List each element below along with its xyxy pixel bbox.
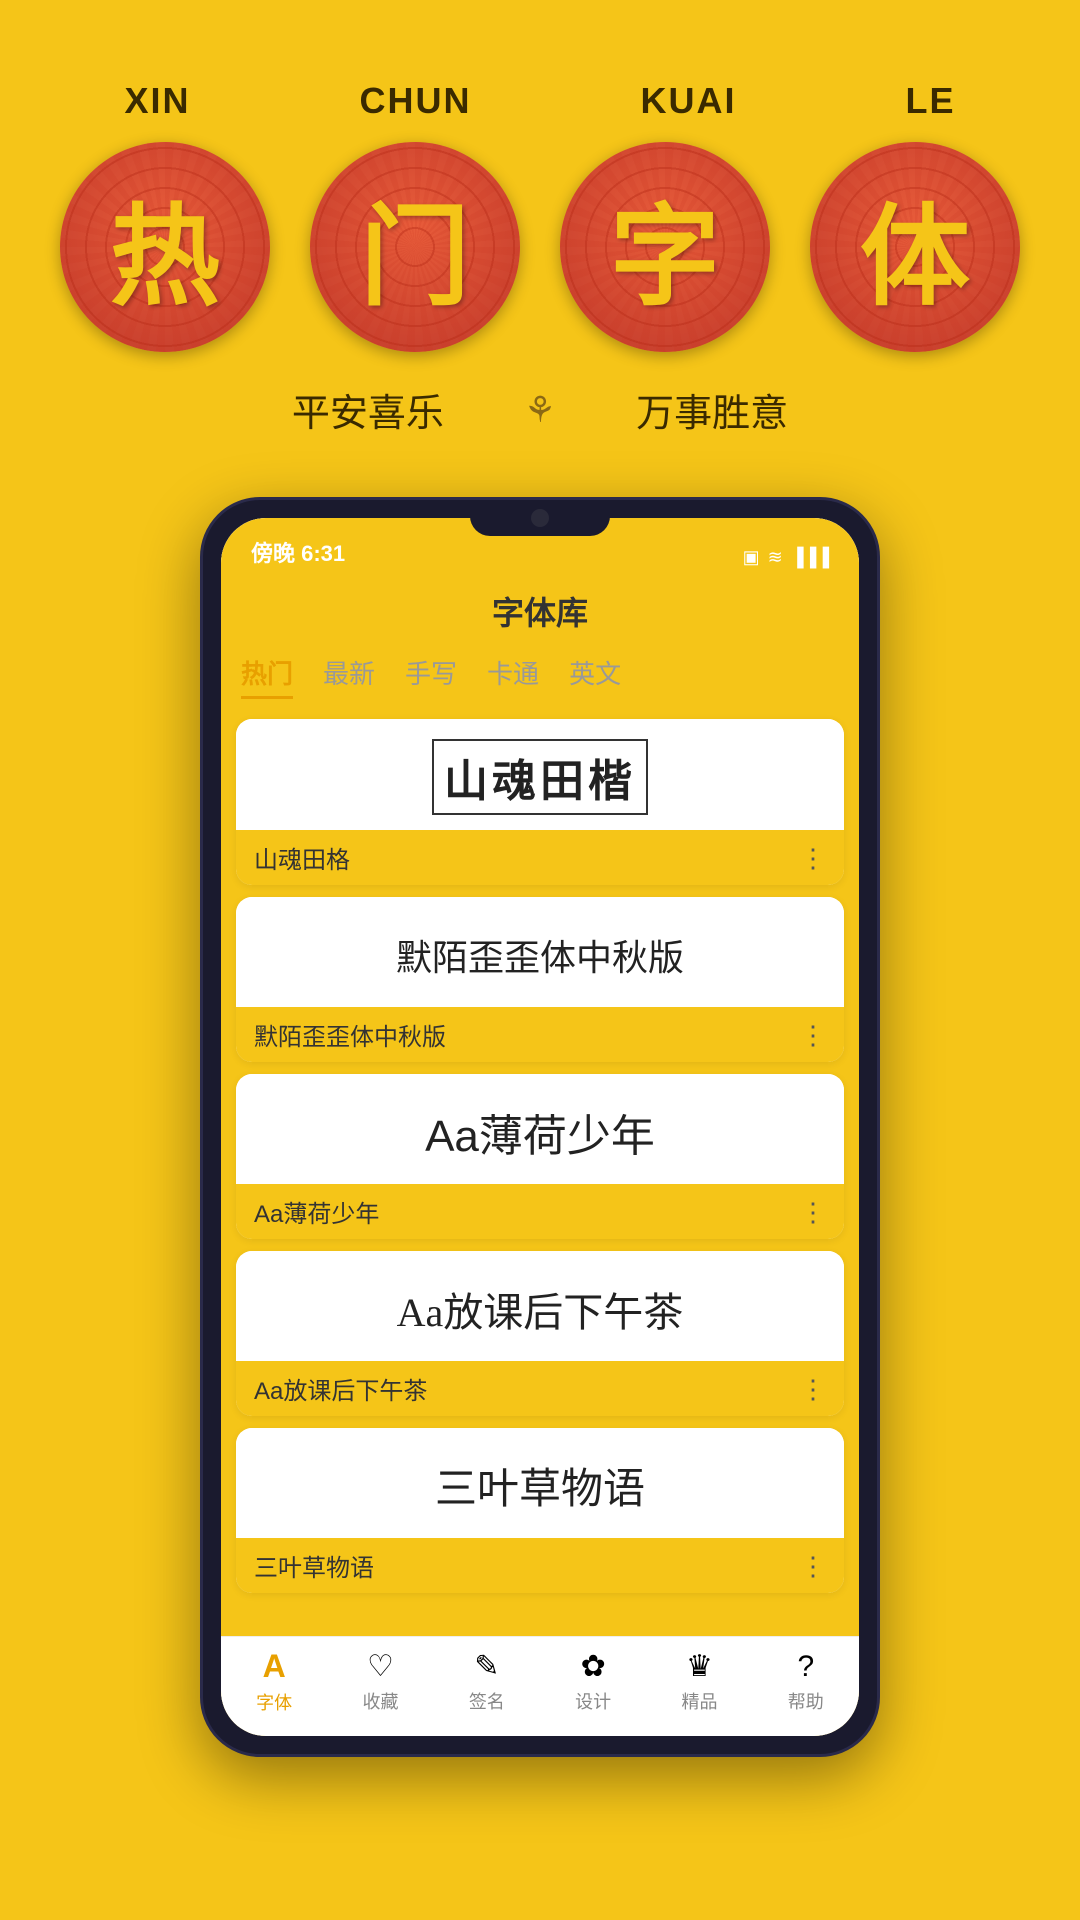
font-preview-5: 三叶草物语 bbox=[236, 1428, 844, 1538]
nav-premium[interactable]: ♛ 精品 bbox=[681, 1649, 717, 1714]
font-name-row-4: Aa放课后下午茶 ⋮ bbox=[236, 1361, 844, 1416]
wifi-icon: ≋ bbox=[768, 547, 783, 568]
lotus-icon: ⚘ bbox=[524, 389, 556, 431]
font-preview-text-5: 三叶草物语 bbox=[435, 1455, 645, 1516]
phone-mockup: 傍晚 6:31 ▣ ≋ ▐▐▐ 字体库 热门 最新 手写 卡通 bbox=[200, 497, 880, 1757]
nav-fonts[interactable]: A 字体 bbox=[256, 1648, 292, 1715]
font-card-2[interactable]: 默陌歪歪体中秋版 默陌歪歪体中秋版 ⋮ bbox=[236, 897, 844, 1062]
help-icon: ? bbox=[797, 1650, 814, 1684]
char-re: 热 bbox=[110, 167, 220, 327]
font-name-row-5: 三叶草物语 ⋮ bbox=[236, 1538, 844, 1593]
char-circle-re: 热 bbox=[60, 142, 270, 352]
phone-camera bbox=[531, 509, 549, 527]
favorites-icon: ♡ bbox=[367, 1649, 394, 1684]
nav-premium-label: 精品 bbox=[681, 1688, 717, 1714]
subtitle-right: 万事胜意 bbox=[636, 382, 788, 437]
pinyin-xin: XIN bbox=[124, 80, 190, 122]
nav-fonts-label: 字体 bbox=[256, 1689, 292, 1715]
subtitle-left: 平安喜乐 bbox=[292, 382, 444, 437]
font-name-4: Aa放课后下午茶 bbox=[254, 1371, 427, 1406]
font-preview-text-4: Aa放课后下午茶 bbox=[397, 1280, 684, 1338]
nav-signature-label: 签名 bbox=[469, 1688, 505, 1714]
tab-cartoon[interactable]: 卡通 bbox=[487, 649, 539, 699]
pinyin-kuai: KUAI bbox=[640, 80, 736, 122]
font-preview-text-1: 山魂田楷 bbox=[432, 739, 648, 815]
pinyin-le: LE bbox=[905, 80, 955, 122]
font-name-1: 山魂田格 bbox=[254, 840, 350, 875]
char-circle-zi: 字 bbox=[560, 142, 770, 352]
status-icons: ▣ ≋ ▐▐▐ bbox=[743, 547, 829, 568]
font-name-row-3: Aa薄荷少年 ⋮ bbox=[236, 1184, 844, 1239]
signature-icon: ✎ bbox=[474, 1649, 499, 1684]
char-circle-men: 门 bbox=[310, 142, 520, 352]
phone-notch bbox=[470, 500, 610, 536]
premium-icon: ♛ bbox=[686, 1649, 713, 1684]
header-section: XIN CHUN KUAI LE 热 门 字 体 平安喜乐 ⚘ 万事胜意 bbox=[0, 0, 1080, 487]
font-preview-text-3: Aa薄荷少年 bbox=[425, 1100, 655, 1164]
app-content: 字体库 热门 最新 手写 卡通 英文 山魂田楷 bbox=[221, 573, 859, 1736]
nav-help-label: 帮助 bbox=[788, 1688, 824, 1714]
font-preview-2: 默陌歪歪体中秋版 bbox=[236, 897, 844, 1007]
subtitle-row: 平安喜乐 ⚘ 万事胜意 bbox=[292, 382, 788, 437]
font-preview-text-2: 默陌歪歪体中秋版 bbox=[396, 929, 684, 981]
pinyin-row: XIN CHUN KUAI LE bbox=[40, 80, 1040, 122]
design-icon: ✿ bbox=[581, 1649, 606, 1684]
app-title: 字体库 bbox=[221, 573, 859, 644]
font-name-2: 默陌歪歪体中秋版 bbox=[254, 1017, 446, 1052]
font-preview-1: 山魂田楷 bbox=[236, 719, 844, 830]
font-preview-3: Aa薄荷少年 bbox=[236, 1074, 844, 1184]
font-card-1[interactable]: 山魂田楷 山魂田格 ⋮ bbox=[236, 719, 844, 885]
nav-signature[interactable]: ✎ 签名 bbox=[469, 1649, 505, 1714]
char-circle-ti: 体 bbox=[810, 142, 1020, 352]
more-btn-1[interactable]: ⋮ bbox=[800, 845, 826, 871]
font-name-row-2: 默陌歪歪体中秋版 ⋮ bbox=[236, 1007, 844, 1062]
bottom-nav: A 字体 ♡ 收藏 ✎ 签名 ✿ 设计 bbox=[221, 1636, 859, 1736]
more-btn-2[interactable]: ⋮ bbox=[800, 1022, 826, 1048]
battery-icon: ▣ bbox=[743, 547, 760, 568]
char-men: 门 bbox=[360, 167, 470, 327]
nav-favorites-label: 收藏 bbox=[362, 1688, 398, 1714]
font-name-row-1: 山魂田格 ⋮ bbox=[236, 830, 844, 885]
char-ti: 体 bbox=[860, 167, 970, 327]
phone-container: 傍晚 6:31 ▣ ≋ ▐▐▐ 字体库 热门 最新 手写 卡通 bbox=[0, 497, 1080, 1757]
tabs-row: 热门 最新 手写 卡通 英文 bbox=[221, 644, 859, 709]
font-card-4[interactable]: Aa放课后下午茶 Aa放课后下午茶 ⋮ bbox=[236, 1251, 844, 1416]
font-card-5[interactable]: 三叶草物语 三叶草物语 ⋮ bbox=[236, 1428, 844, 1593]
status-time: 傍晚 6:31 bbox=[251, 536, 345, 568]
font-name-3: Aa薄荷少年 bbox=[254, 1194, 379, 1229]
nav-design-label: 设计 bbox=[575, 1688, 611, 1714]
tab-newest[interactable]: 最新 bbox=[323, 649, 375, 699]
font-name-5: 三叶草物语 bbox=[254, 1548, 374, 1583]
nav-design[interactable]: ✿ 设计 bbox=[575, 1649, 611, 1714]
font-card-3[interactable]: Aa薄荷少年 Aa薄荷少年 ⋮ bbox=[236, 1074, 844, 1239]
font-preview-4: Aa放课后下午茶 bbox=[236, 1251, 844, 1361]
more-btn-5[interactable]: ⋮ bbox=[800, 1553, 826, 1579]
fonts-icon: A bbox=[263, 1648, 286, 1685]
more-btn-4[interactable]: ⋮ bbox=[800, 1376, 826, 1402]
pinyin-chun: CHUN bbox=[359, 80, 471, 122]
tab-hot[interactable]: 热门 bbox=[241, 649, 293, 699]
phone-screen: 傍晚 6:31 ▣ ≋ ▐▐▐ 字体库 热门 最新 手写 卡通 bbox=[221, 518, 859, 1736]
char-zi: 字 bbox=[610, 167, 720, 327]
more-btn-3[interactable]: ⋮ bbox=[800, 1199, 826, 1225]
tab-handwrite[interactable]: 手写 bbox=[405, 649, 457, 699]
nav-help[interactable]: ? 帮助 bbox=[788, 1650, 824, 1714]
circles-row: 热 门 字 体 bbox=[40, 142, 1040, 352]
nav-favorites[interactable]: ♡ 收藏 bbox=[362, 1649, 398, 1714]
signal-icon: ▐▐▐ bbox=[791, 547, 829, 568]
tab-english[interactable]: 英文 bbox=[569, 649, 621, 699]
font-list: 山魂田楷 山魂田格 ⋮ 默陌歪歪体中秋版 默陌歪歪体中秋版 bbox=[221, 709, 859, 1636]
